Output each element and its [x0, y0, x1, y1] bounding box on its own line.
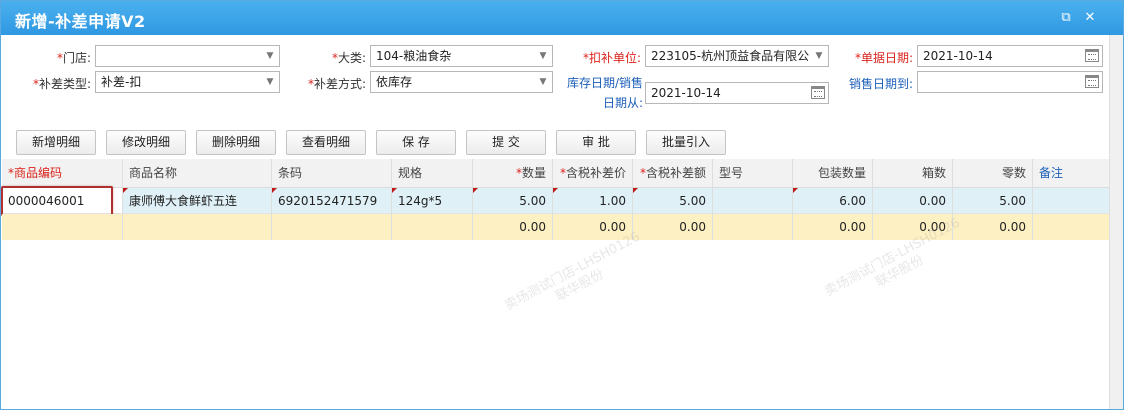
- col-header-barcode[interactable]: 条码: [272, 159, 392, 187]
- col-header-amount[interactable]: *含税补差额: [633, 159, 713, 187]
- vertical-scrollbar[interactable]: [1109, 35, 1123, 409]
- diff-method-select[interactable]: 依库存 ▼: [370, 71, 553, 93]
- doc-date-value: 2021-10-14: [923, 49, 993, 63]
- chevron-down-icon[interactable]: ▼: [261, 46, 279, 66]
- sales-date-to-label: 销售日期到:: [848, 77, 913, 91]
- total-price: 0.00: [553, 214, 633, 240]
- diff-method-label: *补差方式:: [307, 77, 366, 91]
- sales-date-to-field[interactable]: [917, 71, 1103, 93]
- doc-date-label: *单据日期:: [854, 51, 913, 65]
- doc-date-field[interactable]: 2021-10-14: [917, 45, 1103, 67]
- col-header-code[interactable]: *商品编码: [2, 159, 123, 187]
- stock-date-value: 2021-10-14: [651, 86, 721, 100]
- edited-marker: [473, 188, 478, 193]
- diff-type-select[interactable]: 补差-扣 ▼: [95, 71, 280, 93]
- edit-detail-button[interactable]: 修改明细: [106, 130, 186, 155]
- total-qty: 0.00: [473, 214, 553, 240]
- restore-icon[interactable]: ⧉: [1059, 11, 1073, 25]
- col-header-price[interactable]: *含税补差价: [553, 159, 633, 187]
- total-cell-remark: [1033, 214, 1109, 240]
- col-header-pieces[interactable]: 零数: [953, 159, 1033, 187]
- cell-amount[interactable]: 5.00: [633, 188, 713, 213]
- col-header-pack-qty[interactable]: 包装数量: [793, 159, 873, 187]
- stock-date-label: 库存日期/销售日期从:: [566, 76, 643, 110]
- add-detail-button[interactable]: 新增明细: [16, 130, 96, 155]
- total-cell-code: [2, 214, 123, 240]
- chevron-down-icon[interactable]: ▼: [261, 72, 279, 92]
- category-value: 104-粮油食杂: [376, 49, 452, 63]
- calendar-icon[interactable]: [1085, 49, 1099, 62]
- total-amount: 0.00: [633, 214, 713, 240]
- col-header-spec[interactable]: 规格: [392, 159, 473, 187]
- total-cell-spec: [392, 214, 473, 240]
- diff-type-value: 补差-扣: [101, 75, 142, 89]
- save-button[interactable]: 保 存: [376, 130, 456, 155]
- detail-grid: *商品编码 商品名称 条码 规格 *数量 *含税补差价 *含税补差额 型号 包装…: [1, 159, 1109, 240]
- titlebar: 新增-补差申请V2 ⧉ ✕: [1, 1, 1123, 35]
- dialog-window: 新增-补差申请V2 ⧉ ✕ *门店: ▼ *大类: 104-粮油食杂 ▼ *扣补…: [0, 0, 1124, 410]
- calendar-icon[interactable]: [811, 86, 825, 99]
- col-header-model[interactable]: 型号: [713, 159, 793, 187]
- edited-marker: [793, 188, 798, 193]
- calendar-icon[interactable]: [1085, 75, 1099, 88]
- edited-marker: [272, 188, 277, 193]
- total-row: 0.00 0.00 0.00 0.00 0.00 0.00: [2, 214, 1109, 240]
- category-select[interactable]: 104-粮油食杂 ▼: [370, 45, 553, 67]
- col-header-name[interactable]: 商品名称: [123, 159, 272, 187]
- cell-barcode[interactable]: 6920152471579: [272, 188, 392, 213]
- edited-marker: [553, 188, 558, 193]
- cell-name[interactable]: 康师傅大食鲜虾五连: [123, 188, 272, 213]
- edited-marker: [392, 188, 397, 193]
- cell-boxes[interactable]: 0.00: [873, 188, 953, 213]
- edited-marker: [633, 188, 638, 193]
- col-header-remark[interactable]: 备注: [1033, 159, 1109, 187]
- cell-price[interactable]: 1.00: [553, 188, 633, 213]
- total-cell-model: [713, 214, 793, 240]
- category-label: *大类:: [331, 51, 366, 65]
- close-icon[interactable]: ✕: [1083, 11, 1097, 25]
- store-label: *门店:: [56, 51, 91, 65]
- stock-date-field[interactable]: 2021-10-14: [645, 82, 829, 104]
- col-header-boxes[interactable]: 箱数: [873, 159, 953, 187]
- deduct-unit-value: 223105-杭州顶益食品有限公: [651, 49, 810, 63]
- deduct-unit-select[interactable]: 223105-杭州顶益食品有限公 ▼: [645, 45, 829, 67]
- cell-pieces[interactable]: 5.00: [953, 188, 1033, 213]
- chevron-down-icon[interactable]: ▼: [534, 46, 552, 66]
- cell-model[interactable]: [713, 188, 793, 213]
- cell-spec[interactable]: 124g*5: [392, 188, 473, 213]
- total-pieces: 0.00: [953, 214, 1033, 240]
- total-cell-name: [123, 214, 272, 240]
- store-select[interactable]: ▼: [95, 45, 280, 67]
- batch-import-button[interactable]: 批量引入: [646, 130, 726, 155]
- diff-method-value: 依库存: [376, 75, 413, 89]
- window-title: 新增-补差申请V2: [15, 12, 146, 31]
- grid-header-row: *商品编码 商品名称 条码 规格 *数量 *含税补差价 *含税补差额 型号 包装…: [2, 159, 1109, 188]
- cell-pack-qty[interactable]: 6.00: [793, 188, 873, 213]
- view-detail-button[interactable]: 查看明细: [286, 130, 366, 155]
- total-pack-qty: 0.00: [793, 214, 873, 240]
- cell-code[interactable]: 0000046001: [2, 188, 123, 213]
- chevron-down-icon[interactable]: ▼: [534, 72, 552, 92]
- chevron-down-icon[interactable]: ▼: [810, 46, 828, 66]
- cell-remark[interactable]: [1033, 188, 1109, 213]
- review-button[interactable]: 审 批: [556, 130, 636, 155]
- submit-button[interactable]: 提 交: [466, 130, 546, 155]
- table-row[interactable]: 0000046001 康师傅大食鲜虾五连 6920152471579 124g*…: [1, 186, 1109, 216]
- watermark: 卖场测试门店-LHSH0126 联华股份: [502, 229, 643, 314]
- delete-detail-button[interactable]: 删除明细: [196, 130, 276, 155]
- col-header-qty[interactable]: *数量: [473, 159, 553, 187]
- total-cell-barcode: [272, 214, 392, 240]
- deduct-unit-label: *扣补单位:: [582, 51, 641, 65]
- edited-marker: [123, 188, 128, 193]
- total-boxes: 0.00: [873, 214, 953, 240]
- cell-qty[interactable]: 5.00: [473, 188, 553, 213]
- diff-type-label: *补差类型:: [32, 77, 91, 91]
